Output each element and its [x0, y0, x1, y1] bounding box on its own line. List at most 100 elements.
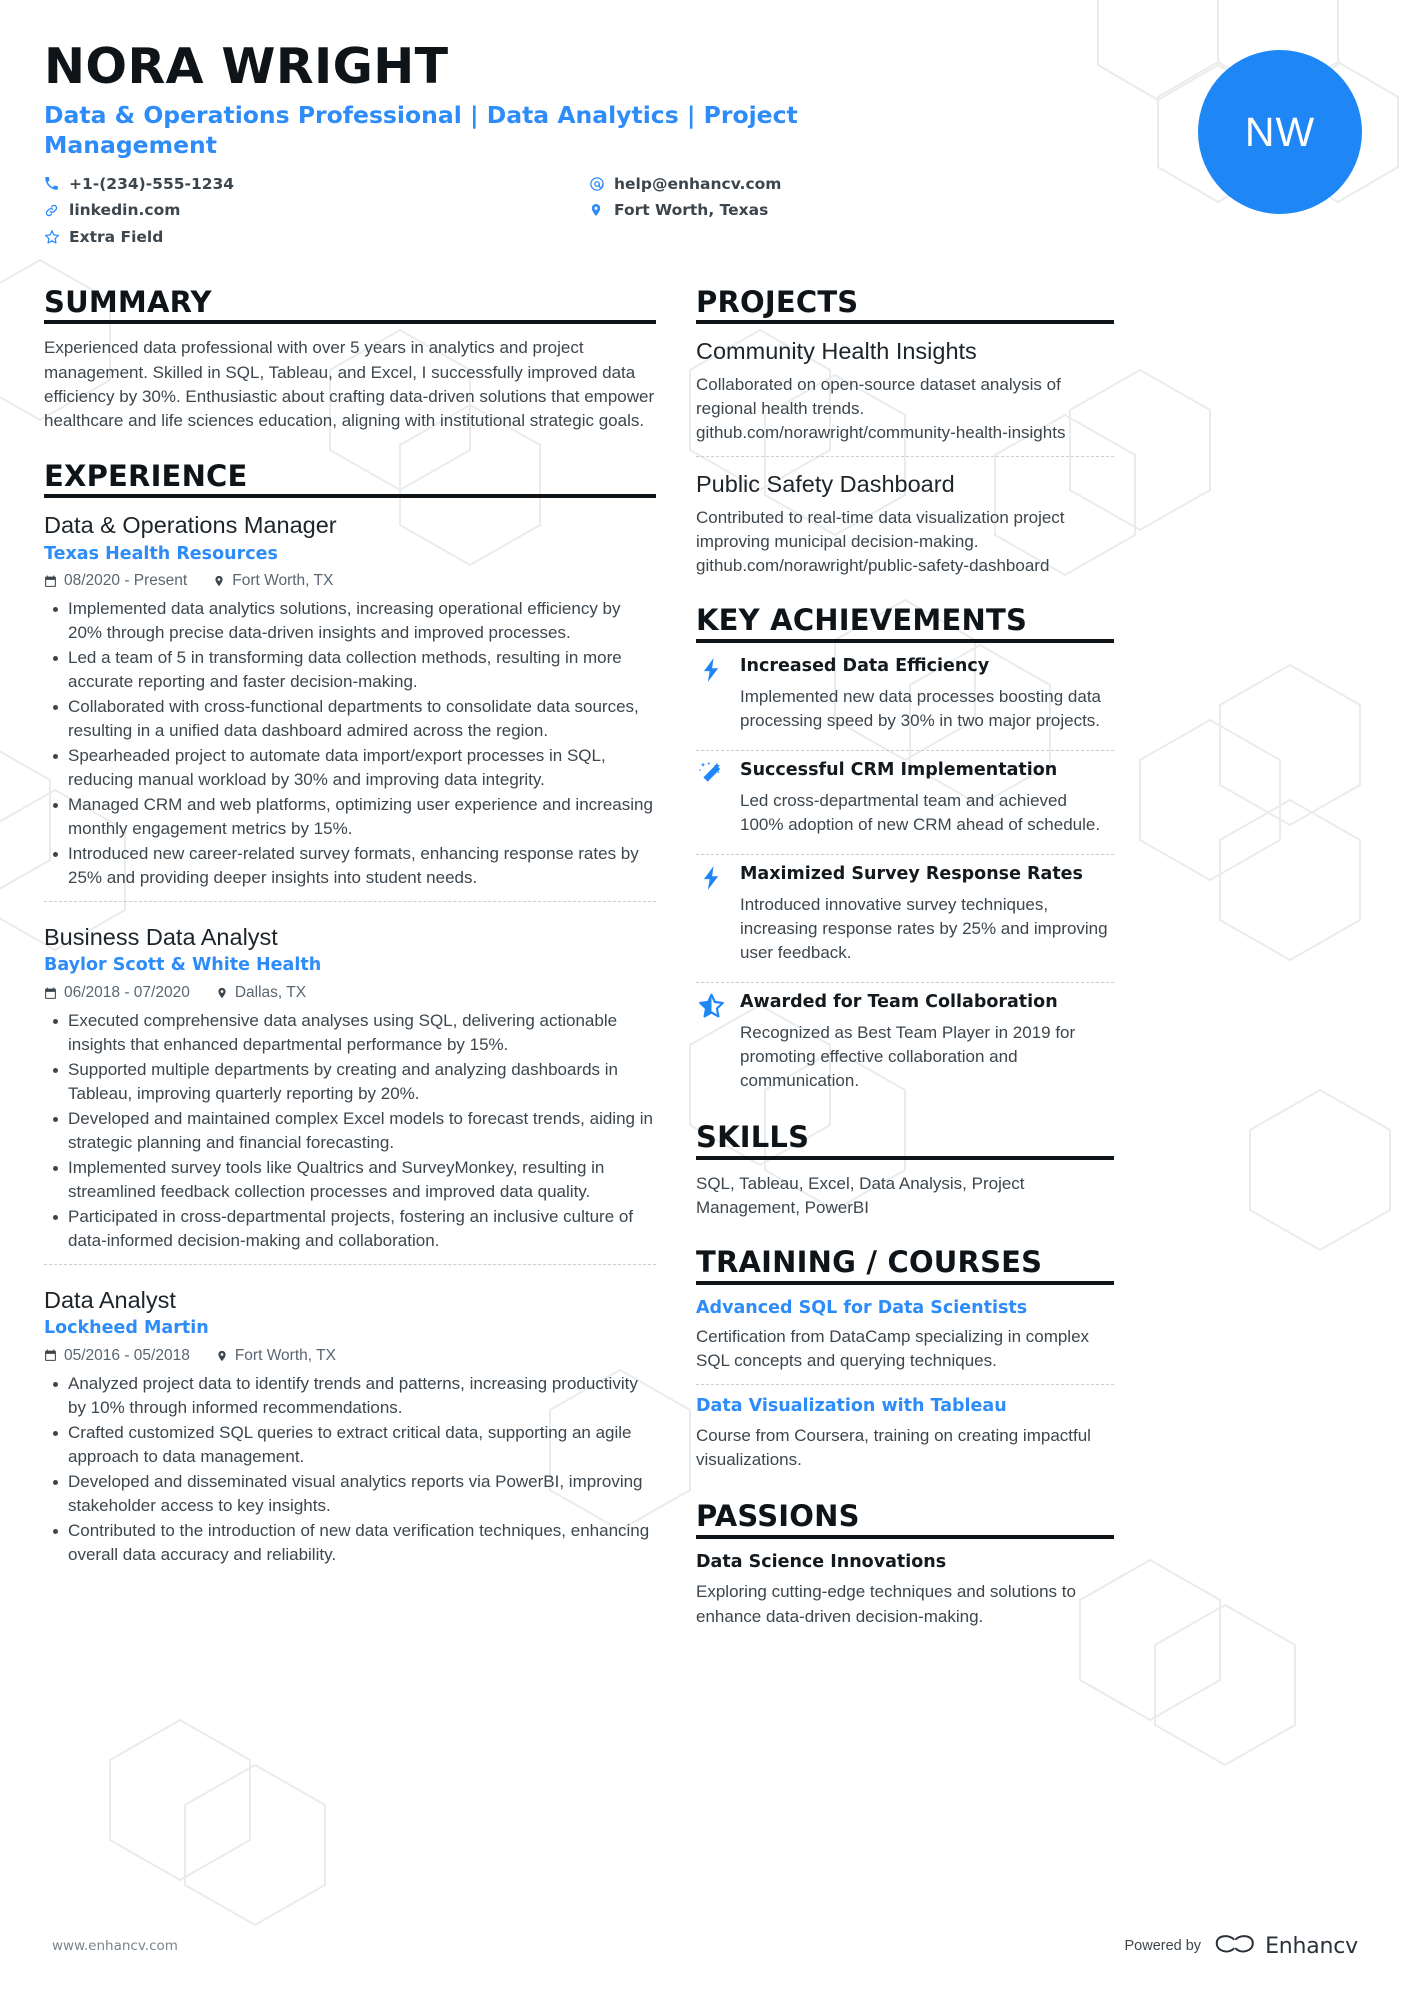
section-title-key-achievements: KEY ACHIEVEMENTS [696, 603, 1028, 638]
project-description: Contributed to real-time data visualizat… [696, 507, 1065, 576]
half-star-icon [696, 991, 726, 1093]
job-location-value: Dallas, TX [234, 984, 307, 1002]
candidate-headline: Data & Operations Professional | Data An… [44, 100, 798, 159]
job-bullets: Analyzed project data to identify trends… [44, 1372, 656, 1567]
resume-footer: www.enhancv.com Powered by Enhancv [0, 1933, 1410, 1959]
resume-header: NORA WRIGHT Data & Operations Profession… [44, 38, 1366, 272]
achievement-body: Successful CRM Implementation Led cross-… [740, 759, 1114, 837]
course-title[interactable]: Data Visualization with Tableau [696, 1395, 1114, 1419]
achievement-title: Awarded for Team Collaboration [740, 991, 1058, 1012]
job-meta: 06/2018 - 07/2020 Dallas, TX [44, 984, 656, 1002]
achievement-title: Maximized Survey Response Rates [740, 863, 1083, 884]
course-item: Data Visualization with Tableau Course f… [696, 1395, 1114, 1474]
candidate-name: NORA WRIGHT [44, 38, 449, 95]
passion-title: Data Science Innovations [696, 1551, 947, 1572]
section-rule [44, 494, 656, 499]
phone-icon [44, 176, 61, 191]
job-bullet: Spearheaded project to automate data imp… [44, 744, 656, 792]
job-bullets: Executed comprehensive data analyses usi… [44, 1009, 656, 1253]
job-location-value: Fort Worth, TX [234, 1346, 336, 1364]
job-bullet: Executed comprehensive data analyses usi… [44, 1009, 656, 1057]
section-rule [696, 1280, 1114, 1285]
course-description: Certification from DataCamp specializing… [696, 1327, 1090, 1371]
job-title: Data Analyst [44, 1286, 176, 1313]
section-projects: PROJECTS Community Health Insights Colla… [696, 286, 1114, 582]
section-passions: PASSIONS Data Science Innovations Explor… [696, 1500, 1114, 1628]
resume-columns: SUMMARY Experienced data professional wi… [44, 286, 1366, 1633]
course-title[interactable]: Advanced SQL for Data Scientists [696, 1297, 1114, 1321]
enhancv-logo[interactable]: Enhancv [1214, 1933, 1358, 1959]
section-rule [696, 638, 1114, 643]
achievement-title: Successful CRM Implementation [740, 759, 1058, 780]
divider [44, 1263, 656, 1265]
summary-text: Experienced data professional with over … [44, 338, 655, 431]
job-location: Fort Worth, TX [213, 572, 333, 590]
project-title: Public Safety Dashboard [696, 471, 955, 498]
achievement-body: Maximized Survey Response Rates Introduc… [740, 863, 1114, 965]
enhancv-mark-icon [1215, 1935, 1254, 1953]
lightning-bolt-icon [696, 863, 726, 965]
job-company[interactable]: Texas Health Resources [44, 543, 656, 567]
contact-extra-field[interactable]: Extra Field [44, 226, 589, 248]
achievement-description: Led cross-departmental team and achieved… [740, 790, 1101, 834]
job-location: Dallas, TX [216, 984, 306, 1002]
job-bullet: Crafted customized SQL queries to extrac… [44, 1421, 656, 1469]
project-description: Collaborated on open-source dataset anal… [696, 375, 1066, 443]
achievement-description: Implemented new data processes boosting … [740, 686, 1102, 730]
contact-email-value: help@enhancv.com [614, 174, 782, 193]
job-bullet: Developed and maintained complex Excel m… [44, 1107, 656, 1155]
section-experience: EXPERIENCE Data & Operations Manager Tex… [44, 458, 656, 1567]
job-title: Business Data Analyst [44, 923, 278, 950]
section-skills: SKILLS SQL, Tableau, Excel, Data Analysi… [696, 1121, 1114, 1220]
avatar-initials: NW [1244, 108, 1316, 155]
contact-phone[interactable]: +1-(234)-555-1234 [44, 173, 589, 195]
section-title-projects: PROJECTS [696, 285, 859, 319]
left-column: SUMMARY Experienced data professional wi… [44, 286, 656, 1633]
achievement-description: Introduced innovative survey techniques,… [740, 894, 1108, 962]
job-bullet: Implemented survey tools like Qualtrics … [44, 1156, 656, 1204]
resume-content: NORA WRIGHT Data & Operations Profession… [0, 0, 1410, 1633]
job-dates: 05/2016 - 05/2018 [44, 1347, 190, 1365]
section-rule [696, 320, 1114, 325]
job-dates: 08/2020 - Present [44, 572, 187, 590]
job-company[interactable]: Lockheed Martin [44, 1317, 656, 1341]
job-bullet: Introduced new career-related survey for… [44, 842, 656, 890]
job-bullet: Implemented data analytics solutions, in… [44, 597, 656, 645]
footer-url[interactable]: www.enhancv.com [52, 1938, 178, 1954]
experience-item: Data Analyst Lockheed Martin 05/2016 - 0… [44, 1273, 656, 1567]
job-dates-value: 06/2018 - 07/2020 [64, 984, 190, 1002]
passion-description: Exploring cutting-edge techniques and so… [696, 1582, 1076, 1626]
job-location-value: Fort Worth, TX [232, 572, 334, 590]
contact-linkedin[interactable]: linkedin.com [44, 199, 589, 221]
contact-linkedin-value: linkedin.com [69, 201, 181, 220]
section-title-training-courses: TRAINING / COURSES [696, 1245, 1043, 1280]
job-bullet: Developed and disseminated visual analyt… [44, 1470, 656, 1518]
contact-details: +1-(234)-555-1234 help@enhancv.com linke… [44, 173, 1024, 248]
achievement-title: Increased Data Efficiency [740, 655, 990, 676]
achievement-description: Recognized as Best Team Player in 2019 f… [740, 1022, 1076, 1090]
achievement-item: Successful CRM Implementation Led cross-… [696, 759, 1114, 843]
contact-email[interactable]: help@enhancv.com [589, 173, 1024, 195]
section-title-skills: SKILLS [696, 1120, 810, 1155]
job-dates-value: 05/2016 - 05/2018 [64, 1346, 190, 1364]
achievement-item: Awarded for Team Collaboration Recognize… [696, 991, 1114, 1099]
contact-phone-value: +1-(234)-555-1234 [69, 174, 235, 193]
resume-page: NORA WRIGHT Data & Operations Profession… [0, 0, 1410, 1995]
divider [696, 1384, 1114, 1386]
job-dates: 06/2018 - 07/2020 [44, 984, 190, 1002]
job-bullet: Participated in cross-departmental proje… [44, 1205, 656, 1253]
job-bullet: Analyzed project data to identify trends… [44, 1372, 656, 1420]
job-title: Data & Operations Manager [44, 512, 337, 539]
section-key-achievements: KEY ACHIEVEMENTS Increased Data Efficien… [696, 604, 1114, 1099]
project-item: Community Health Insights Collaborated o… [696, 336, 1114, 461]
achievement-body: Awarded for Team Collaboration Recognize… [740, 991, 1114, 1093]
section-summary: SUMMARY Experienced data professional wi… [44, 286, 656, 434]
job-company[interactable]: Baylor Scott & White Health [44, 954, 656, 978]
calendar-icon [44, 987, 57, 1000]
section-rule [696, 1155, 1114, 1160]
powered-by-label: Powered by [1124, 1938, 1202, 1954]
section-title-experience: EXPERIENCE [44, 458, 248, 493]
star-icon [44, 229, 61, 245]
avatar: NW [1198, 50, 1362, 214]
achievement-item: Maximized Survey Response Rates Introduc… [696, 863, 1114, 971]
